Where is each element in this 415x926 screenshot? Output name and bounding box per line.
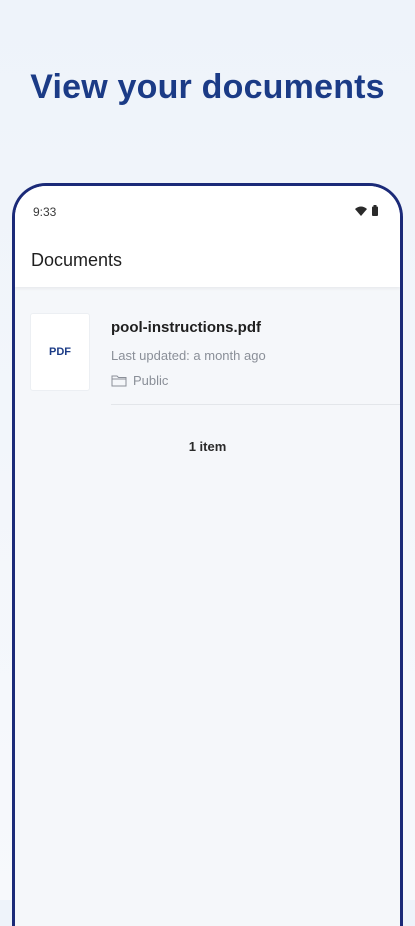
document-last-updated: Last updated: a month ago xyxy=(111,348,266,363)
wifi-icon xyxy=(355,206,367,216)
phone-frame: 9:33 Documents PDF pool-instructions.pdf… xyxy=(12,183,403,926)
document-folder: Public xyxy=(111,373,168,388)
folder-icon xyxy=(111,375,127,387)
document-item[interactable]: PDF pool-instructions.pdf Last updated: … xyxy=(15,287,400,405)
app-bar: Documents xyxy=(15,242,400,287)
battery-icon xyxy=(372,205,378,216)
document-folder-label: Public xyxy=(133,373,169,388)
status-time: 9:33 xyxy=(33,205,57,219)
pdf-thumbnail: PDF xyxy=(30,313,90,391)
document-name: pool-instructions.pdf xyxy=(111,319,261,336)
page-title: Documents xyxy=(31,250,123,270)
item-count: 1 item xyxy=(188,439,227,454)
pdf-thumbnail-label: PDF xyxy=(49,346,71,358)
list-divider xyxy=(111,404,400,405)
promo-headline: View your documents xyxy=(30,68,385,106)
status-icons xyxy=(355,205,378,216)
status-bar: 9:33 xyxy=(15,186,400,242)
